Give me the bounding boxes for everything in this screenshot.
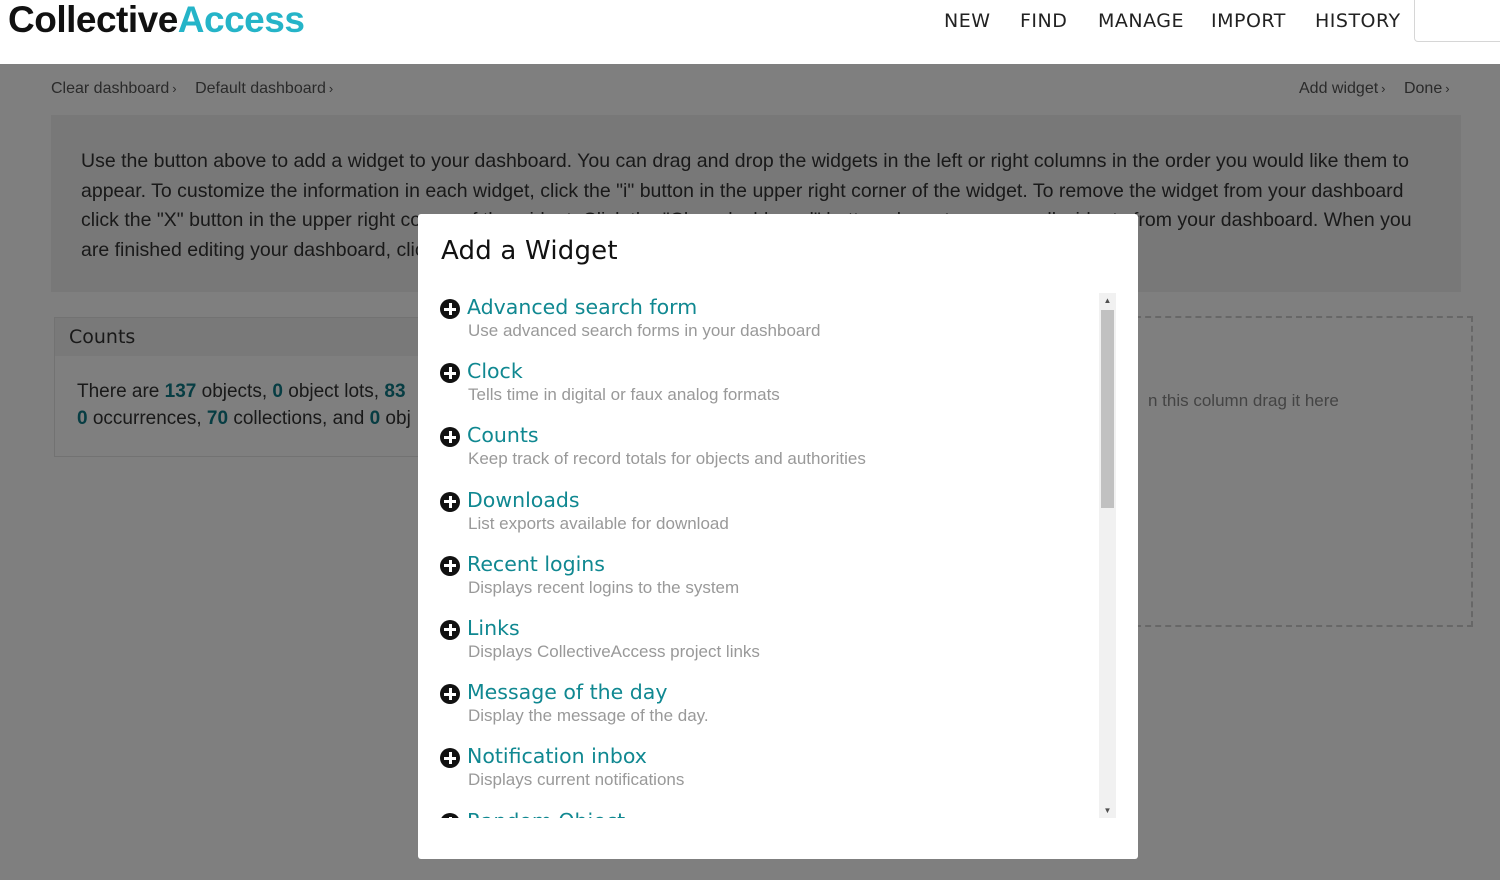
search-input[interactable] <box>1414 0 1500 42</box>
scroll-down-arrow-icon[interactable]: ▼ <box>1099 803 1116 818</box>
add-circle-icon[interactable] <box>440 684 460 705</box>
widget-title[interactable]: Message of the day <box>467 679 668 705</box>
widget-title[interactable]: Recent logins <box>467 551 605 577</box>
top-header: CollectiveAccess NEW FIND MANAGE IMPORT … <box>0 0 1500 64</box>
widget-title[interactable]: Notification inbox <box>467 743 647 769</box>
widget-random-object[interactable]: Random Object <box>440 808 1100 819</box>
add-circle-icon[interactable] <box>440 491 460 512</box>
widget-description: Displays current notifications <box>468 770 685 790</box>
nav-find[interactable]: FIND <box>1020 10 1067 32</box>
add-circle-icon[interactable] <box>440 619 460 640</box>
widget-title[interactable]: Random Object <box>467 808 625 819</box>
widget-advanced-search-form[interactable]: Advanced search form Use advanced search… <box>440 294 1100 358</box>
widget-title[interactable]: Links <box>467 615 520 641</box>
add-circle-icon[interactable] <box>440 812 460 818</box>
nav-manage[interactable]: MANAGE <box>1098 10 1184 32</box>
add-circle-icon[interactable] <box>440 299 460 319</box>
widget-list[interactable]: Advanced search form Use advanced search… <box>440 294 1100 818</box>
widget-notification-inbox[interactable]: Notification inbox Displays current noti… <box>440 743 1100 807</box>
widget-recent-logins[interactable]: Recent logins Displays recent logins to … <box>440 551 1100 615</box>
widget-title[interactable]: Counts <box>467 422 539 448</box>
widget-description: Keep track of record totals for objects … <box>468 449 866 469</box>
widget-title[interactable]: Downloads <box>467 487 580 513</box>
widget-description: Displays recent logins to the system <box>468 577 740 597</box>
widget-description: List exports available for download <box>468 513 729 533</box>
widget-clock[interactable]: Clock Tells time in digital or faux anal… <box>440 358 1100 422</box>
scroll-up-arrow-icon[interactable]: ▲ <box>1099 293 1116 308</box>
nav-import[interactable]: IMPORT <box>1211 10 1286 32</box>
add-circle-icon[interactable] <box>440 748 460 769</box>
add-widget-modal: Add a Widget Advanced search form Use ad… <box>418 214 1138 859</box>
widget-counts[interactable]: Counts Keep track of record totals for o… <box>440 422 1100 486</box>
widget-title[interactable]: Clock <box>467 358 523 384</box>
widget-title[interactable]: Advanced search form <box>467 294 697 320</box>
main-nav: NEW FIND MANAGE IMPORT HISTORY <box>0 10 1500 34</box>
widget-message-of-the-day[interactable]: Message of the day Display the message o… <box>440 679 1100 743</box>
widget-description: Displays CollectiveAccess project links <box>468 641 760 661</box>
widget-downloads[interactable]: Downloads List exports available for dow… <box>440 487 1100 551</box>
widget-description: Tells time in digital or faux analog for… <box>468 385 780 405</box>
scrollbar-thumb[interactable] <box>1101 310 1114 508</box>
widget-description: Display the message of the day. <box>468 706 709 726</box>
widget-links[interactable]: Links Displays CollectiveAccess project … <box>440 615 1100 679</box>
widget-description: Use advanced search forms in your dashbo… <box>468 321 821 340</box>
nav-new[interactable]: NEW <box>944 10 991 32</box>
modal-title: Add a Widget <box>441 236 618 266</box>
widget-list-scrollbar[interactable]: ▲ ▼ <box>1099 293 1116 818</box>
add-circle-icon[interactable] <box>440 555 460 576</box>
nav-history[interactable]: HISTORY <box>1315 10 1401 32</box>
add-circle-icon[interactable] <box>440 427 460 448</box>
add-circle-icon[interactable] <box>440 363 460 384</box>
